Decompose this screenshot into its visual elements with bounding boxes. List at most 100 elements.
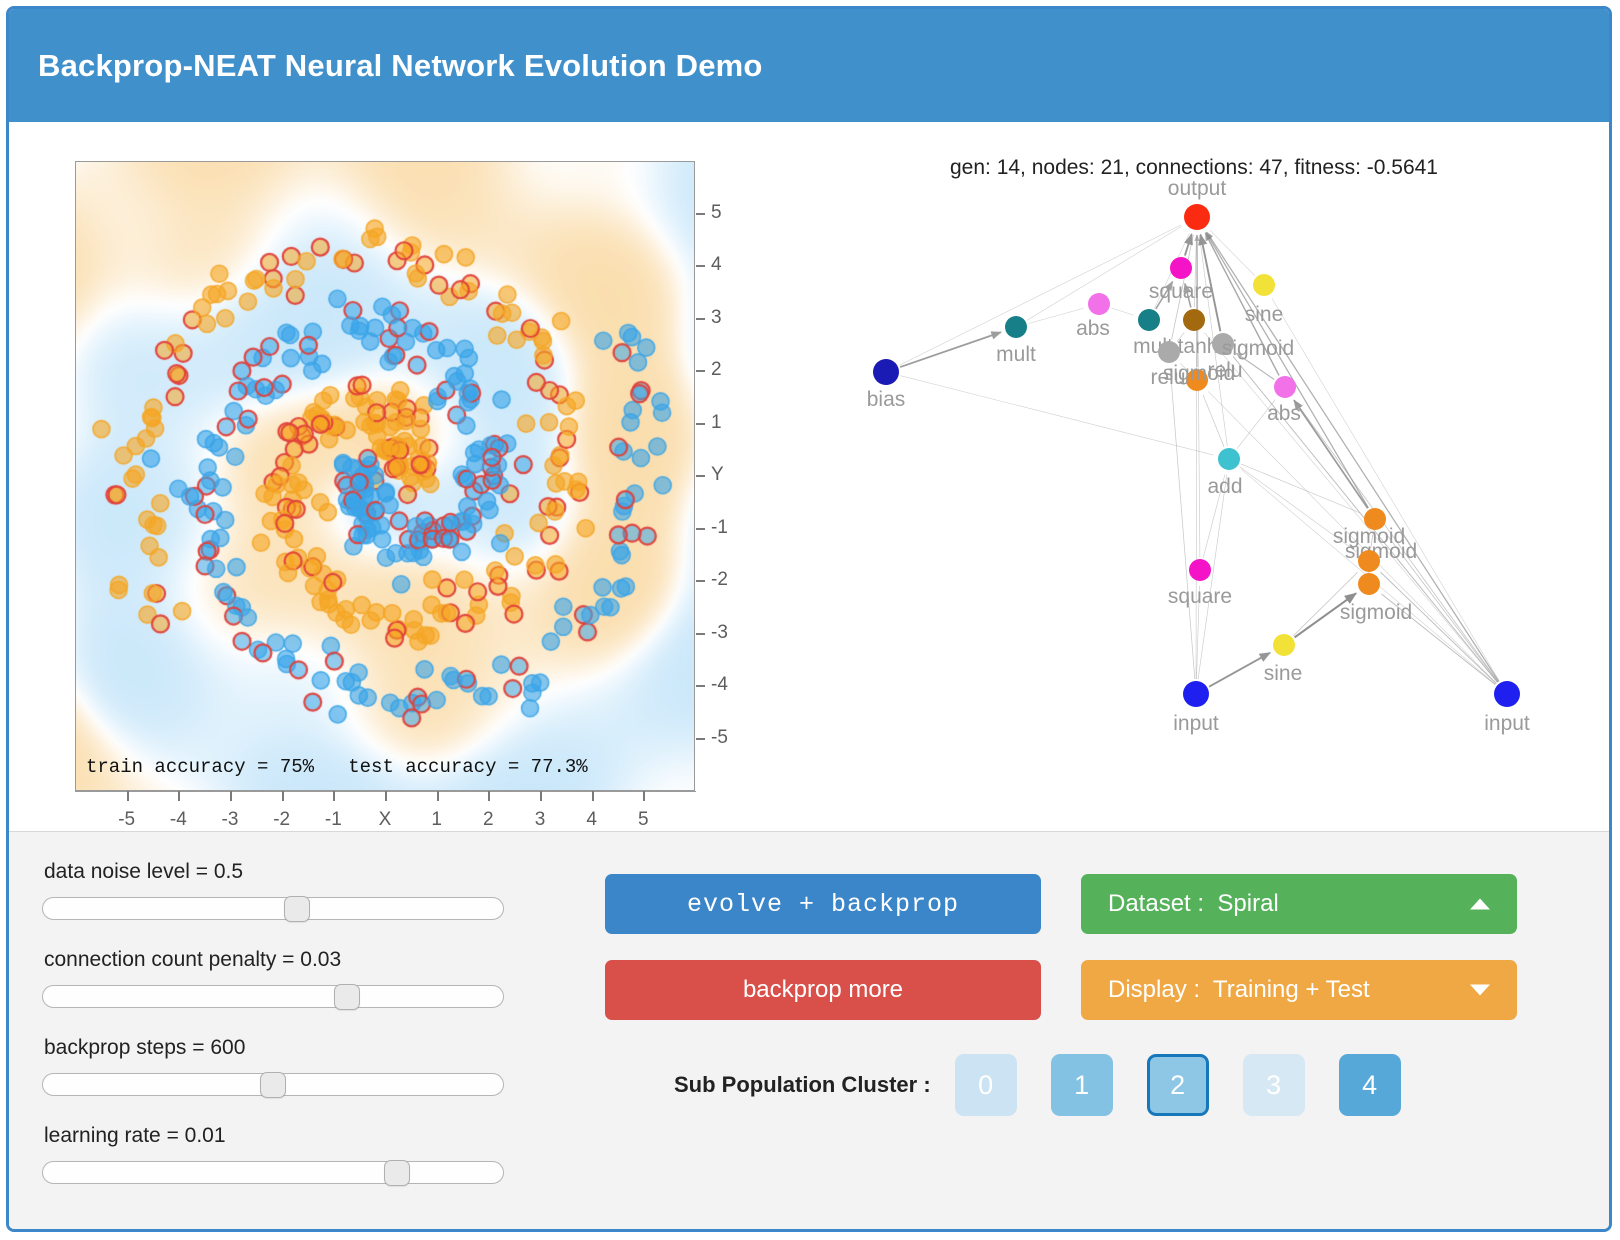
x-tick-mark bbox=[540, 791, 542, 801]
network-node-label: abs bbox=[1267, 402, 1301, 425]
network-node-sigmoid[interactable] bbox=[1358, 573, 1380, 595]
x-tick-label: 1 bbox=[431, 809, 442, 830]
page-title: Backprop-NEAT Neural Network Evolution D… bbox=[38, 47, 763, 83]
visualization-stage: train accuracy = 75% test accuracy = 77.… bbox=[9, 122, 1609, 831]
network-node-label: sigmoid bbox=[1340, 601, 1412, 624]
cluster-button-group: 01234 bbox=[954, 1054, 1401, 1116]
network-node-label: sigmoid bbox=[1163, 362, 1235, 385]
y-tick-label: -4 bbox=[711, 674, 728, 695]
x-tick-label: 4 bbox=[586, 809, 597, 830]
network-node-label: square bbox=[1149, 280, 1213, 303]
network-node-abs[interactable] bbox=[1274, 376, 1296, 398]
display-dropdown-label: Display : Training + Test bbox=[1108, 976, 1370, 1003]
slider-track[interactable] bbox=[42, 985, 504, 1008]
network-node-mult[interactable] bbox=[1138, 309, 1160, 331]
slider-thumb[interactable] bbox=[260, 1072, 286, 1098]
slider-thumb[interactable] bbox=[283, 896, 310, 922]
y-tick-mark bbox=[696, 265, 705, 267]
network-node-mult[interactable] bbox=[1005, 316, 1027, 338]
network-graph-svg[interactable]: outputsquaresineabsmult tanhmultrelusigmo… bbox=[809, 122, 1579, 831]
x-tick-label: 3 bbox=[534, 809, 546, 830]
slider-track[interactable] bbox=[42, 897, 504, 920]
network-edge bbox=[1202, 394, 1225, 448]
slider-1[interactable] bbox=[42, 984, 504, 1010]
title-bar: Backprop-NEAT Neural Network Evolution D… bbox=[9, 9, 1609, 122]
network-edge bbox=[1169, 367, 1196, 680]
network-node-output[interactable] bbox=[1184, 204, 1210, 230]
slider-thumb[interactable] bbox=[384, 1160, 411, 1186]
y-tick-mark bbox=[696, 370, 705, 372]
node-layer: outputsquaresineabsmult tanhmultrelusigmo… bbox=[867, 177, 1530, 735]
slider-label-3: learning rate = 0.01 bbox=[44, 1124, 226, 1147]
network-node-sine[interactable] bbox=[1273, 634, 1295, 656]
network-node-tanh[interactable] bbox=[1183, 309, 1205, 331]
slider-0[interactable] bbox=[42, 896, 504, 922]
slider-2[interactable] bbox=[42, 1072, 504, 1098]
evolve-backprop-button[interactable]: evolve + backprop bbox=[605, 874, 1041, 934]
y-tick-label: -2 bbox=[711, 569, 728, 590]
network-node-input[interactable] bbox=[1494, 681, 1520, 707]
network-node-sine[interactable] bbox=[1253, 274, 1275, 296]
y-tick-mark bbox=[696, 685, 705, 687]
controls-panel: data noise level = 0.5 connection count p… bbox=[9, 831, 1609, 1229]
network-edge bbox=[899, 331, 1002, 368]
slider-group: data noise level = 0.5 connection count p… bbox=[42, 860, 512, 1212]
y-tick-label: -3 bbox=[711, 621, 728, 643]
y-tick-mark bbox=[696, 580, 705, 582]
backprop-more-button[interactable]: backprop more bbox=[605, 960, 1041, 1020]
y-tick-label: 2 bbox=[711, 359, 722, 380]
caret-down-icon bbox=[1470, 984, 1490, 996]
network-node-square[interactable] bbox=[1189, 559, 1211, 581]
network-node-sigmoid[interactable] bbox=[1358, 550, 1380, 572]
sub-population-cluster-row: Sub Population Cluster : 01234 bbox=[674, 1054, 1401, 1116]
accuracy-readout: train accuracy = 75% test accuracy = 77.… bbox=[86, 756, 588, 778]
app-window: Backprop-NEAT Neural Network Evolution D… bbox=[6, 6, 1612, 1232]
y-tick-label: -5 bbox=[711, 726, 728, 748]
network-node-label: mult bbox=[996, 343, 1036, 366]
cluster-button-3[interactable]: 3 bbox=[1242, 1054, 1305, 1116]
dropdown-group: Dataset : Spiral Display : Training + Te… bbox=[1081, 874, 1517, 1046]
slider-label-1: connection count penalty = 0.03 bbox=[44, 948, 342, 971]
action-button-group: evolve + backprop backprop more bbox=[605, 874, 1041, 1046]
y-tick-mark bbox=[696, 632, 705, 635]
scatter-plot-panel: train accuracy = 75% test accuracy = 77.… bbox=[75, 148, 756, 830]
x-tick-mark bbox=[591, 791, 594, 801]
x-tick-mark bbox=[333, 791, 336, 801]
cluster-button-2[interactable]: 2 bbox=[1146, 1054, 1209, 1116]
slider-3[interactable] bbox=[42, 1160, 504, 1186]
network-node-add[interactable] bbox=[1218, 448, 1240, 470]
plot-canvas bbox=[76, 162, 694, 790]
y-tick-mark bbox=[696, 475, 705, 477]
y-tick-label: 5 bbox=[711, 201, 722, 223]
x-tick-mark bbox=[488, 791, 491, 801]
cluster-button-4[interactable]: 4 bbox=[1338, 1054, 1401, 1116]
slider-thumb[interactable] bbox=[334, 984, 361, 1010]
network-node-input[interactable] bbox=[1183, 681, 1209, 707]
network-node-label: sigmoid bbox=[1222, 337, 1294, 360]
y-axis: 5 4 3 2 1 Y -1 -2 -3 -4 -5 bbox=[696, 161, 756, 791]
network-node-label: abs bbox=[1076, 317, 1110, 340]
slider-label-2: backprop steps = 600 bbox=[44, 1036, 246, 1059]
network-edge bbox=[1208, 651, 1272, 688]
display-dropdown[interactable]: Display : Training + Test bbox=[1081, 960, 1517, 1020]
network-node-bias[interactable] bbox=[873, 359, 899, 385]
network-node-abs[interactable] bbox=[1088, 293, 1110, 315]
x-tick-label: -1 bbox=[324, 809, 342, 830]
network-node-relu[interactable] bbox=[1158, 341, 1180, 363]
network-edge bbox=[1293, 399, 1369, 509]
slider-track[interactable] bbox=[42, 1161, 504, 1184]
network-node-label: input bbox=[1484, 712, 1530, 735]
y-tick-mark bbox=[696, 317, 705, 320]
network-node-label: sigmoid bbox=[1333, 525, 1405, 548]
network-graph-panel: gen: 14, nodes: 21, connections: 47, fit… bbox=[809, 122, 1579, 831]
cluster-button-1[interactable]: 1 bbox=[1050, 1054, 1113, 1116]
dataset-dropdown[interactable]: Dataset : Spiral bbox=[1081, 874, 1517, 934]
cluster-button-0[interactable]: 0 bbox=[954, 1054, 1017, 1116]
network-node-square[interactable] bbox=[1170, 257, 1192, 279]
network-node-label: square bbox=[1168, 585, 1232, 608]
decision-boundary-plot[interactable]: train accuracy = 75% test accuracy = 77.… bbox=[75, 161, 695, 791]
x-tick-label: -5 bbox=[118, 809, 136, 830]
network-edge bbox=[1111, 307, 1134, 316]
dataset-dropdown-label: Dataset : Spiral bbox=[1108, 890, 1279, 917]
x-tick-label: 5 bbox=[638, 809, 649, 830]
